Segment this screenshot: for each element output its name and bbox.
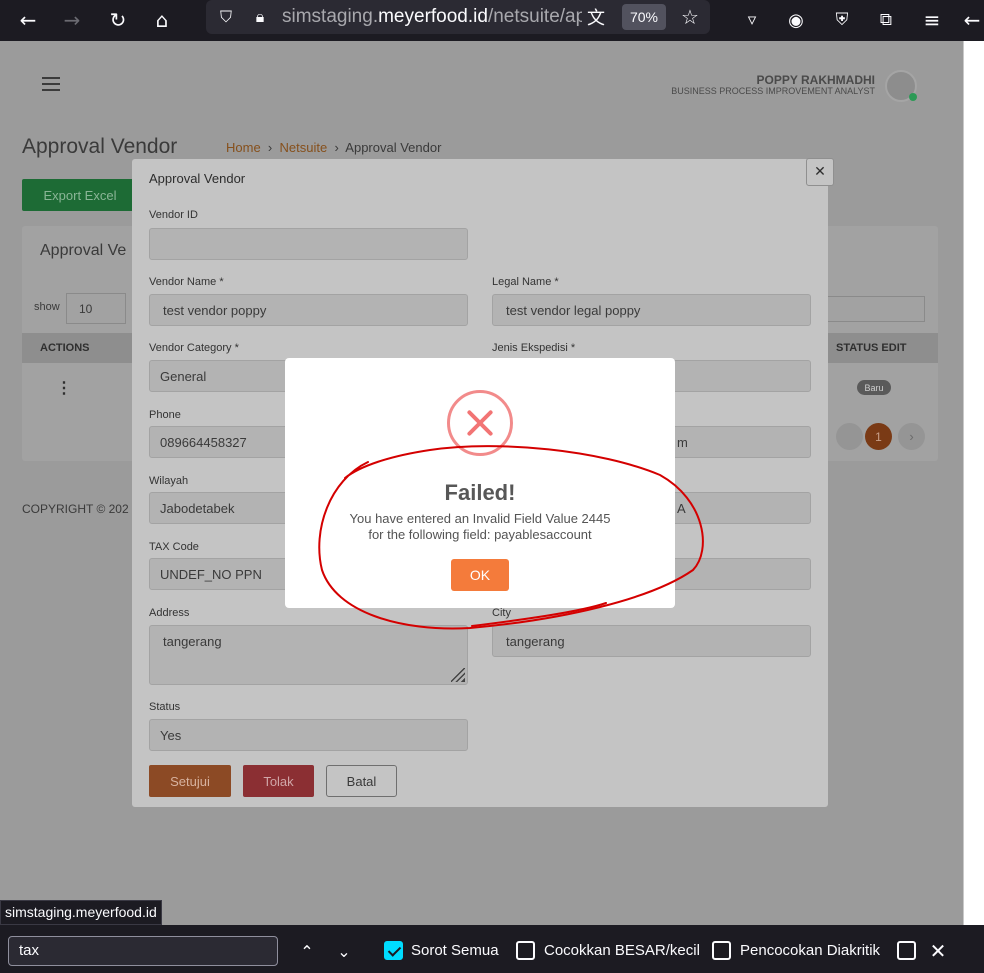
legal-name-label: Legal Name * [492, 276, 559, 288]
user-name: POPPY RAKHMADHI [756, 73, 875, 87]
lock-icon[interactable]: 🔒︎ [244, 1, 276, 33]
find-input[interactable]: tax [8, 936, 278, 966]
pocket-icon[interactable]: ▿ [736, 4, 768, 36]
zoom-level-badge[interactable]: 70% [622, 4, 666, 30]
app-header: POPPY RAKHMADHI BUSINESS PROCESS IMPROVE… [0, 61, 963, 111]
vendor-category-label: Vendor Category * [149, 342, 239, 354]
tax-code-label: TAX Code [149, 541, 199, 553]
find-previous-icon[interactable]: ⌃ [293, 937, 321, 965]
highlight-all-checkbox[interactable] [384, 941, 403, 960]
reject-button[interactable]: Tolak [243, 765, 314, 797]
breadcrumb: Home › Netsuite › Approval Vendor [226, 140, 441, 155]
vendor-name-field[interactable]: test vendor poppy [149, 294, 468, 326]
browser-toolbar: ← → ↻ ⌂ ⛉ 🔒︎ simstaging.meyerfood.id/net… [0, 0, 984, 41]
address-value: tangerang [163, 634, 222, 649]
legal-name-field[interactable]: test vendor legal poppy [492, 294, 811, 326]
modal-title: Approval Vendor [149, 171, 246, 186]
online-status-dot [909, 93, 917, 101]
breadcrumb-home[interactable]: Home [226, 140, 261, 155]
find-close-icon[interactable]: ✕ [924, 937, 952, 965]
vendor-name-label: Vendor Name * [149, 276, 224, 288]
wilayah-label: Wilayah [149, 475, 189, 487]
error-x-icon [447, 390, 513, 456]
vendor-id-label: Vendor ID [149, 209, 198, 221]
user-role: BUSINESS PROCESS IMPROVEMENT ANALYST [671, 86, 875, 96]
city-field[interactable]: tangerang [492, 625, 811, 657]
resize-handle-icon[interactable] [451, 668, 465, 682]
match-diacritics-checkbox[interactable] [712, 941, 731, 960]
row-actions-kebab-icon[interactable]: ⋮ [56, 378, 72, 398]
export-excel-button[interactable]: Export Excel [22, 179, 138, 211]
city-label: City [492, 607, 511, 619]
breadcrumb-separator: › [264, 140, 276, 155]
error-alert-dialog: Failed! You have entered an Invalid Fiel… [285, 358, 675, 608]
match-case-checkbox[interactable] [516, 941, 535, 960]
copyright-text: COPYRIGHT © 202 [22, 502, 129, 516]
alert-message: You have entered an Invalid Field Value … [305, 511, 655, 543]
url-text[interactable]: simstaging.meyerfood.id/netsuite/app [282, 6, 582, 28]
extensions-puzzle-icon[interactable]: ⧉ [870, 4, 902, 36]
pagination-current-page[interactable]: 1 [865, 423, 892, 450]
jenis-ekspedisi-label: Jenis Ekspedisi * [492, 342, 576, 354]
status-label: Status [149, 701, 181, 713]
breadcrumb-netsuite[interactable]: Netsuite [280, 140, 328, 155]
alert-title: Failed! [444, 480, 516, 505]
address-label: Address [149, 607, 190, 619]
match-diacritics-label[interactable]: Pencocokan Diakritik [740, 942, 880, 959]
find-bar: tax ⌃ ⌄ Sorot Semua Cocokkan BESAR/kecil… [0, 925, 984, 973]
star-icon[interactable]: ☆ [674, 1, 706, 33]
alert-ok-button[interactable]: OK [451, 559, 509, 591]
forward-arrow-icon[interactable]: → [56, 4, 88, 36]
reload-icon[interactable]: ↻ [102, 4, 134, 36]
url-bar[interactable]: ⛉ 🔒︎ simstaging.meyerfood.id/netsuite/ap… [206, 0, 710, 34]
avatar[interactable] [885, 70, 917, 102]
alert-message-line-1: You have entered an Invalid Field Value … [349, 511, 611, 526]
match-case-label[interactable]: Cocokkan BESAR/kecil [544, 942, 700, 959]
show-entries-select[interactable]: 10 [66, 293, 126, 324]
account-icon[interactable]: ◉ [780, 4, 812, 36]
approve-button[interactable]: Setujui [149, 765, 231, 797]
find-next-icon[interactable]: ⌄ [330, 937, 358, 965]
address-textarea[interactable]: tangerang [149, 625, 468, 685]
shield-icon[interactable]: ⛉ [210, 1, 242, 33]
cancel-button[interactable]: Batal [326, 765, 397, 797]
highlight-all-label[interactable]: Sorot Semua [411, 942, 499, 959]
status-select[interactable]: Yes [149, 719, 468, 751]
breadcrumb-current: Approval Vendor [345, 140, 442, 155]
alert-message-line-2: for the following field: payablesaccount [368, 527, 592, 542]
whole-words-checkbox[interactable] [897, 941, 916, 960]
status-badge: Baru [857, 380, 891, 395]
show-entries-label: show [34, 301, 60, 313]
pagination-next-button[interactable]: › [898, 423, 925, 450]
card-title: Approval Ve [40, 242, 127, 259]
back-arrow-icon[interactable]: ← [12, 4, 44, 36]
sidebar-back-arrow-icon[interactable]: ← [956, 4, 984, 36]
breadcrumb-separator: › [330, 140, 343, 155]
home-icon[interactable]: ⌂ [146, 4, 178, 36]
modal-close-button[interactable]: ✕ [806, 158, 834, 186]
table-search-input[interactable] [822, 296, 925, 322]
page-backdrop: POPPY RAKHMADHI BUSINESS PROCESS IMPROVE… [0, 41, 963, 925]
menu-icon[interactable]: ≡ [916, 4, 948, 36]
translate-icon[interactable]: 文 [580, 1, 612, 33]
vendor-id-field[interactable] [149, 228, 468, 260]
pagination-prev-button[interactable] [836, 423, 863, 450]
link-status-url: simstaging.meyerfood.id [0, 900, 162, 925]
extension-shield-icon[interactable]: ⛨ [826, 4, 858, 36]
sidebar-panel-edge [963, 41, 984, 925]
page-title: Approval Vendor [22, 135, 178, 158]
column-header-status-edit: STATUS EDIT [836, 342, 907, 354]
column-header-actions: ACTIONS [40, 342, 90, 354]
hamburger-menu-icon[interactable] [42, 77, 60, 91]
phone-label: Phone [149, 409, 181, 421]
